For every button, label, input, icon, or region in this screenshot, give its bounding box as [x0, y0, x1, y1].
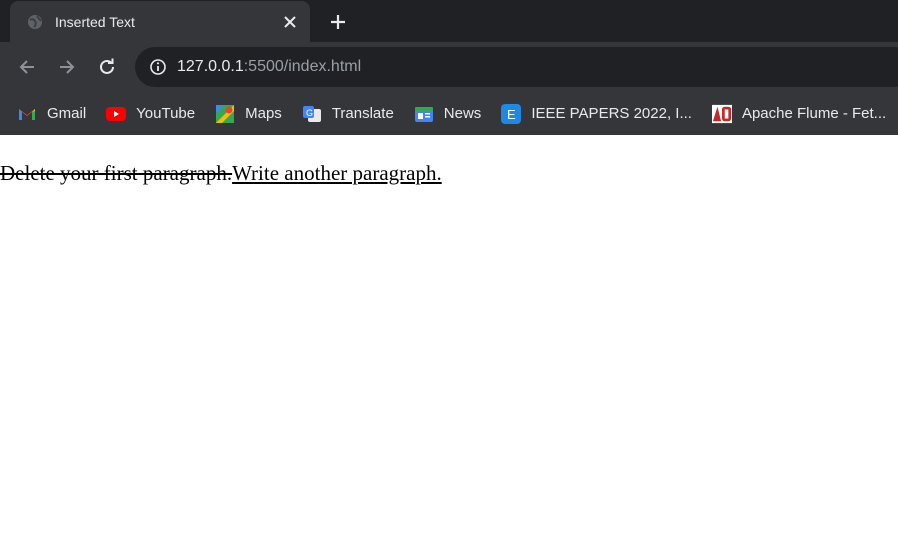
- bookmark-apache[interactable]: Apache Flume - Fet...: [711, 104, 887, 124]
- bookmark-gmail[interactable]: Gmail: [17, 104, 86, 124]
- bookmark-label: Apache Flume - Fet...: [741, 105, 887, 122]
- new-tab-button[interactable]: [325, 9, 351, 35]
- news-icon: [414, 104, 434, 124]
- svg-text:G: G: [306, 108, 313, 118]
- reload-icon: [100, 58, 114, 74]
- youtube-icon: [106, 104, 127, 124]
- bookmark-youtube[interactable]: YouTube: [106, 104, 195, 124]
- bookmark-translate[interactable]: G Translate: [302, 104, 394, 124]
- translate-icon: G: [302, 104, 322, 124]
- url-path: :5500/index.html: [243, 58, 362, 75]
- maps-icon: [215, 104, 235, 124]
- bookmark-label: Maps: [245, 105, 282, 122]
- toolbar: 127.0.0.1:5500/index.html: [0, 42, 898, 92]
- url-host: 127.0.0.1: [177, 58, 244, 75]
- bookmark-label: Gmail: [47, 105, 87, 122]
- ieee-icon: E: [501, 103, 522, 124]
- browser-chrome: Inserted Text 127.0.0.1:5500/index.html …: [0, 0, 898, 135]
- deleted-text: Delete your first paragraph.: [0, 161, 233, 185]
- address-bar[interactable]: 127.0.0.1:5500/index.html: [135, 47, 898, 87]
- tab-active[interactable]: Inserted Text: [10, 1, 310, 42]
- bookmark-label: Translate: [331, 105, 394, 122]
- forward-button[interactable]: [53, 53, 81, 81]
- apache-icon: [711, 104, 732, 124]
- inserted-text: Write another paragraph.: [232, 161, 442, 185]
- bookmark-ieee[interactable]: E IEEE PAPERS 2022, I...: [501, 103, 692, 124]
- page-content: Delete your first paragraph.Write anothe…: [0, 135, 898, 186]
- arrow-left-icon: [19, 60, 34, 74]
- globe-icon: [28, 14, 42, 29]
- info-icon[interactable]: [149, 58, 167, 76]
- tab-close-button[interactable]: [280, 12, 300, 32]
- tab-title: Inserted Text: [55, 13, 135, 30]
- bookmark-label: IEEE PAPERS 2022, I...: [531, 105, 692, 122]
- tab-strip: Inserted Text: [0, 0, 898, 42]
- plus-icon: [331, 15, 345, 29]
- url-text[interactable]: 127.0.0.1:5500/index.html: [177, 58, 361, 76]
- bookmark-label: YouTube: [136, 105, 196, 122]
- svg-text:E: E: [507, 107, 516, 122]
- gmail-icon: [17, 104, 37, 124]
- paragraph: Delete your first paragraph.Write anothe…: [0, 161, 898, 186]
- bookmark-news[interactable]: News: [414, 104, 482, 124]
- bookmarks-bar: Gmail YouTube Maps G Translate News E IE…: [0, 92, 898, 135]
- bookmark-maps[interactable]: Maps: [215, 104, 282, 124]
- bookmark-label: News: [443, 105, 482, 122]
- back-button[interactable]: [13, 53, 41, 81]
- reload-button[interactable]: [93, 53, 121, 81]
- arrow-right-icon: [60, 60, 75, 74]
- close-icon: [284, 15, 296, 28]
